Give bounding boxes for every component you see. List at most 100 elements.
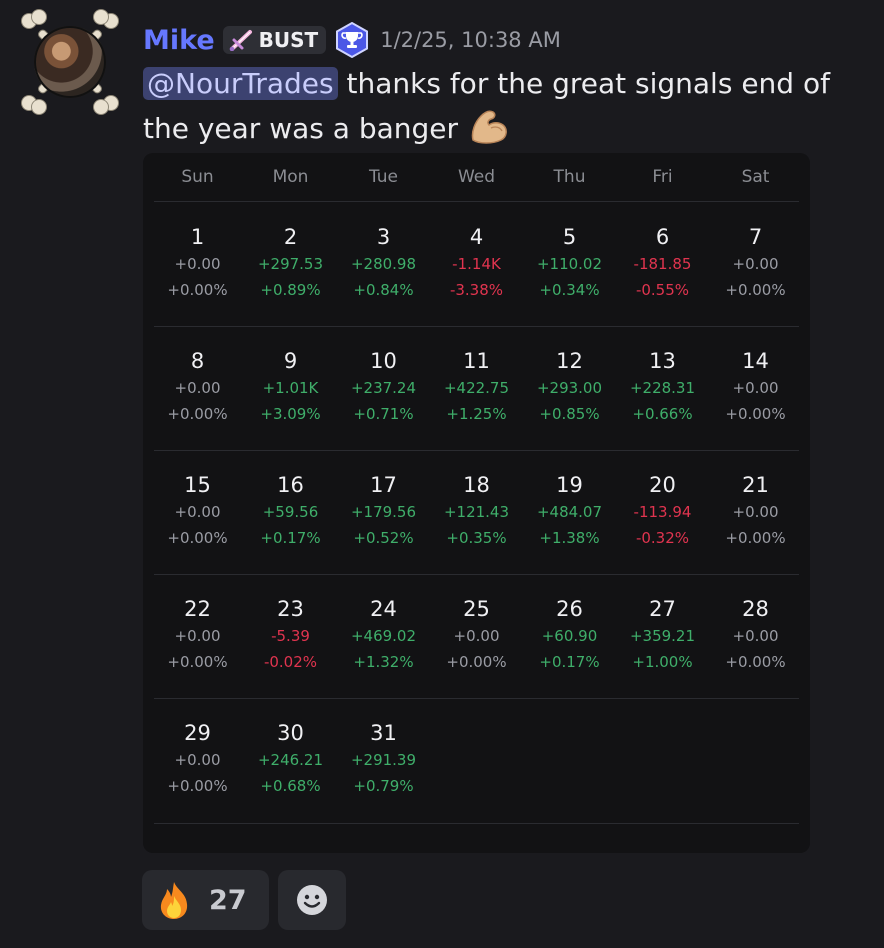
calendar-day-cell[interactable]: 24 +469.02 +1.32%: [337, 595, 430, 675]
calendar-day-cell[interactable]: 11 +422.75 +1.25%: [430, 347, 523, 427]
add-reaction-icon: [297, 885, 327, 915]
message-header: Mike BUST 1/2/25, 10:38 AM: [143, 20, 561, 60]
day-number: 6: [655, 225, 670, 249]
role-tag[interactable]: BUST: [222, 26, 327, 54]
day-number: 11: [463, 349, 490, 373]
day-pnl-amount: +422.75: [443, 379, 510, 397]
day-number: 1: [190, 225, 205, 249]
day-number: 4: [469, 225, 484, 249]
day-number: 3: [376, 225, 391, 249]
calendar-day-cell[interactable]: 6 -181.85 -0.55%: [616, 223, 709, 303]
weekday-label: Sat: [741, 167, 770, 187]
calendar-day-cell[interactable]: 7 +0.00 +0.00%: [709, 223, 802, 303]
day-pnl-amount: +293.00: [536, 379, 603, 397]
day-pnl-amount: +0.00: [732, 255, 779, 273]
calendar-day-cell[interactable]: 8 +0.00 +0.00%: [151, 347, 244, 427]
day-pnl-amount: +0.00: [174, 255, 221, 273]
calendar-day-cell[interactable]: 14 +0.00 +0.00%: [709, 347, 802, 427]
calendar-day-cell[interactable]: 28 +0.00 +0.00%: [709, 595, 802, 675]
day-number: 29: [184, 721, 211, 745]
day-pnl-percent: +0.00%: [167, 405, 228, 423]
user-mention[interactable]: @NourTrades: [143, 67, 338, 100]
row-divider: [154, 574, 799, 575]
calendar-day-cell[interactable]: 4 -1.14K -3.38%: [430, 223, 523, 303]
calendar-day-cell[interactable]: 1 +0.00 +0.00%: [151, 223, 244, 303]
day-pnl-percent: -0.55%: [635, 281, 690, 299]
calendar-day-cell[interactable]: 21 +0.00 +0.00%: [709, 471, 802, 551]
calendar-day-cell[interactable]: 23 -5.39 -0.02%: [244, 595, 337, 675]
day-pnl-percent: +0.66%: [632, 405, 693, 423]
day-pnl-percent: +0.52%: [353, 529, 414, 547]
reaction-fire[interactable]: 27: [142, 870, 269, 930]
calendar-day-cell[interactable]: 17 +179.56 +0.52%: [337, 471, 430, 551]
day-pnl-amount: +291.39: [350, 751, 417, 769]
calendar-day-cell[interactable]: 27 +359.21 +1.00%: [616, 595, 709, 675]
day-number: 31: [370, 721, 397, 745]
day-pnl-amount: +359.21: [629, 627, 696, 645]
calendar-day-cell[interactable]: 2 +297.53 +0.89%: [244, 223, 337, 303]
day-pnl-percent: +0.34%: [539, 281, 600, 299]
day-number: 13: [649, 349, 676, 373]
day-number: 14: [742, 349, 769, 373]
day-pnl-amount: +246.21: [257, 751, 324, 769]
fire-icon: [160, 882, 188, 919]
calendar-day-cell[interactable]: 30 +246.21 +0.68%: [244, 719, 337, 799]
day-pnl-percent: +0.84%: [353, 281, 414, 299]
sword-icon: [229, 30, 252, 51]
add-reaction-button[interactable]: [278, 870, 346, 930]
day-pnl-percent: +0.00%: [167, 653, 228, 671]
day-number: 16: [277, 473, 304, 497]
day-pnl-percent: +0.00%: [167, 281, 228, 299]
calendar-day-cell[interactable]: 13 +228.31 +0.66%: [616, 347, 709, 427]
day-number: 19: [556, 473, 583, 497]
calendar-day-cell[interactable]: 9 +1.01K +3.09%: [244, 347, 337, 427]
message-text-line1: thanks for the great signals end of: [337, 67, 830, 100]
calendar-day-cell[interactable]: 19 +484.07 +1.38%: [523, 471, 616, 551]
weekday-label: Tue: [368, 167, 399, 187]
day-number: 27: [649, 597, 676, 621]
day-pnl-percent: +0.17%: [260, 529, 321, 547]
avatar[interactable]: [22, 10, 118, 114]
weekday-label: Fri: [652, 167, 673, 187]
calendar-day-cell[interactable]: 25 +0.00 +0.00%: [430, 595, 523, 675]
calendar-day-cell[interactable]: 20 -113.94 -0.32%: [616, 471, 709, 551]
calendar-day-cell[interactable]: 31 +291.39 +0.79%: [337, 719, 430, 799]
calendar-day-cell[interactable]: 22 +0.00 +0.00%: [151, 595, 244, 675]
calendar-day-cell[interactable]: 29 +0.00 +0.00%: [151, 719, 244, 799]
day-number: 5: [562, 225, 577, 249]
day-pnl-amount: +0.00: [174, 627, 221, 645]
day-number: 9: [283, 349, 298, 373]
row-divider: [154, 450, 799, 451]
calendar-day-cell[interactable]: 5 +110.02 +0.34%: [523, 223, 616, 303]
calendar-day-cell[interactable]: 16 +59.56 +0.17%: [244, 471, 337, 551]
row-divider: [154, 698, 799, 699]
day-pnl-amount: +0.00: [174, 751, 221, 769]
day-number: 28: [742, 597, 769, 621]
weekday-label: Wed: [457, 167, 496, 187]
day-pnl-amount: +59.56: [262, 503, 319, 521]
row-divider: [154, 823, 799, 824]
calendar-day-cell[interactable]: 18 +121.43 +0.35%: [430, 471, 523, 551]
reaction-count: 27: [209, 884, 247, 916]
day-pnl-amount: +237.24: [350, 379, 417, 397]
calendar-day-cell[interactable]: 3 +280.98 +0.84%: [337, 223, 430, 303]
role-tag-label: BUST: [258, 28, 319, 52]
day-number: 30: [277, 721, 304, 745]
day-pnl-percent: +0.17%: [539, 653, 600, 671]
author-name[interactable]: Mike: [143, 25, 215, 56]
calendar-day-cell[interactable]: 10 +237.24 +0.71%: [337, 347, 430, 427]
day-pnl-percent: +0.00%: [725, 529, 786, 547]
day-pnl-percent: +0.00%: [725, 405, 786, 423]
day-pnl-amount: +0.00: [174, 379, 221, 397]
timestamp[interactable]: 1/2/25, 10:38 AM: [380, 28, 561, 52]
day-pnl-percent: +0.00%: [725, 653, 786, 671]
day-pnl-percent: +0.79%: [353, 777, 414, 795]
day-number: 8: [190, 349, 205, 373]
trophy-icon[interactable]: [334, 22, 370, 58]
day-pnl-amount: +0.00: [174, 503, 221, 521]
day-pnl-percent: +0.00%: [446, 653, 507, 671]
calendar-day-cell[interactable]: 15 +0.00 +0.00%: [151, 471, 244, 551]
calendar-day-cell[interactable]: 26 +60.90 +0.17%: [523, 595, 616, 675]
day-pnl-amount: +121.43: [443, 503, 510, 521]
calendar-day-cell[interactable]: 12 +293.00 +0.85%: [523, 347, 616, 427]
